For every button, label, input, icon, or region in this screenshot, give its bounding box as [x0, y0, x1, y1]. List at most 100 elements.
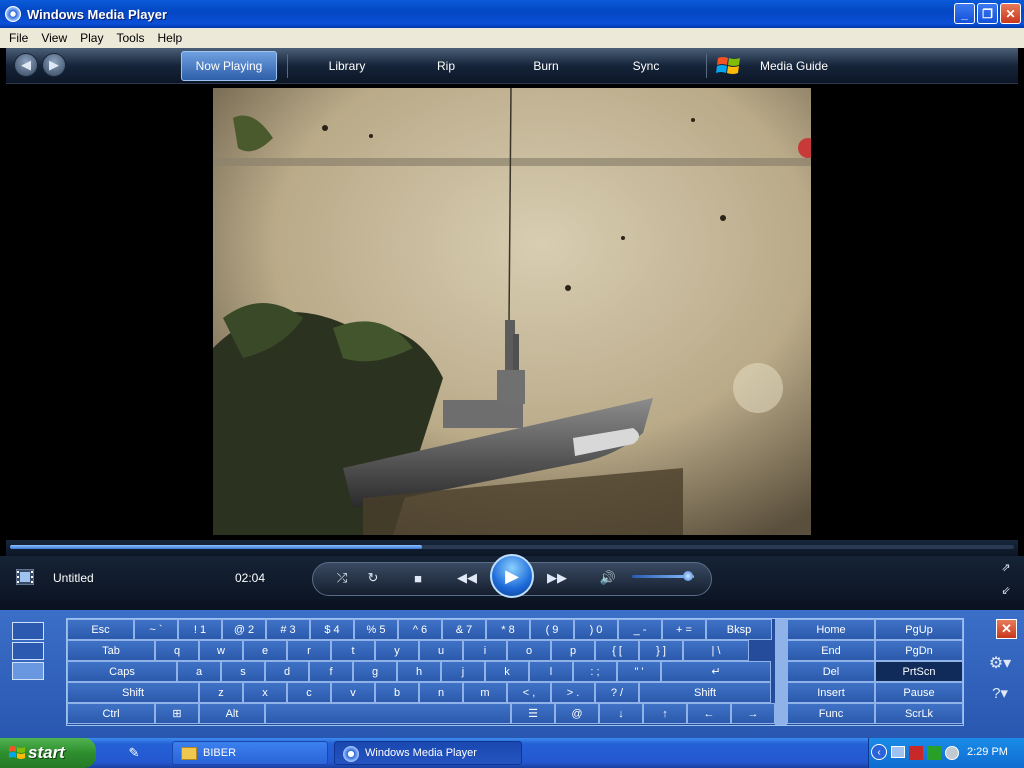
- previous-button[interactable]: ◀◀: [452, 567, 482, 589]
- shuffle-button[interactable]: ⤮: [332, 567, 352, 589]
- keyboard-help-button[interactable]: ?▾: [986, 683, 1014, 703]
- key-<-,[interactable]: < ,: [507, 682, 551, 703]
- start-button[interactable]: start: [0, 738, 96, 768]
- tab-now-playing[interactable]: Now Playing: [181, 51, 277, 81]
- key-h[interactable]: h: [397, 661, 441, 682]
- back-button[interactable]: ◀: [14, 53, 38, 77]
- key-t[interactable]: t: [331, 640, 375, 661]
- key-del[interactable]: Del: [787, 661, 875, 682]
- key-"-'[interactable]: " ': [617, 661, 661, 682]
- keyboard-settings-button[interactable]: ⚙▾: [986, 653, 1014, 673]
- key-r[interactable]: r: [287, 640, 331, 661]
- key-end[interactable]: End: [787, 640, 875, 661]
- key-⊞[interactable]: ⊞: [155, 703, 199, 724]
- key-pause[interactable]: Pause: [875, 682, 963, 703]
- video-area[interactable]: [6, 84, 1018, 540]
- key-x[interactable]: x: [243, 682, 287, 703]
- key-pgdn[interactable]: PgDn: [875, 640, 963, 661]
- key-y[interactable]: y: [375, 640, 419, 661]
- key-}-][interactable]: } ]: [639, 640, 683, 661]
- key-scrlk[interactable]: ScrLk: [875, 703, 963, 724]
- pdf-icon[interactable]: [909, 746, 923, 760]
- key-l[interactable]: l: [529, 661, 573, 682]
- key-k[interactable]: k: [485, 661, 529, 682]
- forward-button[interactable]: ▶: [42, 53, 66, 77]
- key-e[interactable]: e: [243, 640, 287, 661]
- key-esc[interactable]: Esc: [67, 619, 134, 640]
- full-mode-button[interactable]: ⇗: [998, 559, 1014, 575]
- key-~-`[interactable]: ~ `: [134, 619, 178, 640]
- keyboard-close-button[interactable]: ✕: [996, 619, 1017, 639]
- tab-sync[interactable]: Sync: [606, 48, 686, 84]
- key-q[interactable]: q: [155, 640, 199, 661]
- key-^-6[interactable]: ^ 6: [398, 619, 442, 640]
- key-_--[interactable]: _ -: [618, 619, 662, 640]
- key-↑[interactable]: ↑: [643, 703, 687, 724]
- key-@[interactable]: @: [555, 703, 599, 724]
- key-v[interactable]: v: [331, 682, 375, 703]
- key-:-;[interactable]: : ;: [573, 661, 617, 682]
- key-z[interactable]: z: [199, 682, 243, 703]
- key-prtscn[interactable]: PrtScn: [875, 661, 963, 682]
- network-icon[interactable]: [891, 746, 905, 758]
- video-frame[interactable]: [213, 88, 811, 535]
- quick-launch-item[interactable]: ✎: [124, 743, 144, 763]
- key-insert[interactable]: Insert: [787, 682, 875, 703]
- key-a[interactable]: a: [177, 661, 221, 682]
- key-shift[interactable]: Shift: [639, 682, 771, 703]
- restore-button[interactable]: ❐: [977, 3, 998, 24]
- key-&-7[interactable]: & 7: [442, 619, 486, 640]
- key-c[interactable]: c: [287, 682, 331, 703]
- keyboard-layout-3[interactable]: [12, 662, 44, 680]
- key-+-=[interactable]: + =: [662, 619, 706, 640]
- keyboard-layout-2[interactable]: [12, 642, 44, 660]
- key-s[interactable]: s: [221, 661, 265, 682]
- menu-play[interactable]: Play: [80, 31, 103, 45]
- tab-rip[interactable]: Rip: [406, 48, 486, 84]
- key-b[interactable]: b: [375, 682, 419, 703]
- key-!-1[interactable]: ! 1: [178, 619, 222, 640]
- key-$-4[interactable]: $ 4: [310, 619, 354, 640]
- key-bksp[interactable]: Bksp: [706, 619, 772, 640]
- key-?-/[interactable]: ? /: [595, 682, 639, 703]
- key-p[interactable]: p: [551, 640, 595, 661]
- tab-media-guide[interactable]: Media Guide: [746, 48, 842, 84]
- tab-library[interactable]: Library: [302, 48, 392, 84]
- key-i[interactable]: i: [463, 640, 507, 661]
- key-u[interactable]: u: [419, 640, 463, 661]
- menu-file[interactable]: File: [9, 31, 28, 45]
- key-*-8[interactable]: * 8: [486, 619, 530, 640]
- menu-help[interactable]: Help: [158, 31, 183, 45]
- menu-tools[interactable]: Tools: [116, 31, 144, 45]
- key-j[interactable]: j: [441, 661, 485, 682]
- key-↓[interactable]: ↓: [599, 703, 643, 724]
- key-|-\[interactable]: | \: [683, 640, 749, 661]
- key-alt[interactable]: Alt: [199, 703, 265, 724]
- key-←[interactable]: ←: [687, 703, 731, 724]
- stop-button[interactable]: ■: [408, 567, 428, 589]
- key-tab[interactable]: Tab: [67, 640, 155, 661]
- volume-knob[interactable]: [682, 571, 693, 581]
- key-n[interactable]: n: [419, 682, 463, 703]
- key-→[interactable]: →: [731, 703, 775, 724]
- next-button[interactable]: ▶▶: [542, 567, 572, 589]
- key-space[interactable]: [265, 703, 511, 724]
- minimize-button[interactable]: _: [954, 3, 975, 24]
- key-@-2[interactable]: @ 2: [222, 619, 266, 640]
- key-pgup[interactable]: PgUp: [875, 619, 963, 640]
- key-func[interactable]: Func: [787, 703, 875, 724]
- taskbar-item-biber[interactable]: BIBER: [172, 741, 328, 765]
- skin-mode-button[interactable]: ⇙: [998, 582, 1014, 598]
- key-)-0[interactable]: ) 0: [574, 619, 618, 640]
- key-%-5[interactable]: % 5: [354, 619, 398, 640]
- key-m[interactable]: m: [463, 682, 507, 703]
- key-☰[interactable]: ☰: [511, 703, 555, 724]
- security-icon[interactable]: [927, 746, 941, 760]
- mute-button[interactable]: 🔊: [597, 567, 619, 589]
- key-f[interactable]: f: [309, 661, 353, 682]
- repeat-button[interactable]: ↻: [363, 567, 383, 589]
- key-d[interactable]: d: [265, 661, 309, 682]
- key-↵[interactable]: ↵: [661, 661, 771, 682]
- key-w[interactable]: w: [199, 640, 243, 661]
- menu-view[interactable]: View: [41, 31, 67, 45]
